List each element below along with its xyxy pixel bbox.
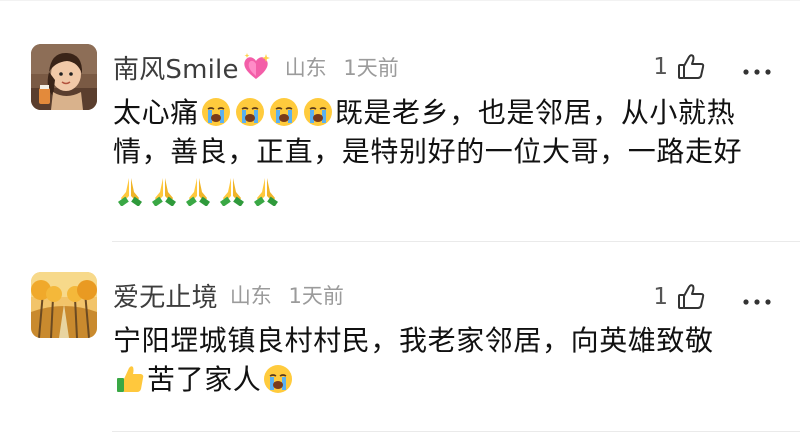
comment-header: 南风Smile 山东 1天前	[113, 45, 399, 89]
comment-header: 爱无止境 山东 1天前	[113, 273, 344, 317]
timestamp: 1天前	[343, 56, 399, 80]
thumbs-up-icon[interactable]	[676, 52, 706, 82]
praying-hands-icon	[250, 174, 282, 206]
comment-text-part: 既是老乡，也是邻居，从小就热	[334, 96, 736, 129]
comment-text-part: 苦了家人	[147, 363, 262, 396]
crying-face-icon	[200, 96, 232, 128]
comment-divider	[112, 431, 800, 432]
crying-face-icon	[234, 96, 266, 128]
location: 山东	[229, 284, 272, 308]
username[interactable]: 南风Smile	[113, 49, 239, 86]
comment-text-part: 宁阳堽城镇良村村民，我老家邻居，向英雄致敬	[113, 324, 714, 357]
crying-face-icon	[262, 363, 294, 395]
sparkling-heart-icon	[241, 52, 271, 82]
comment-meta: 山东 1天前	[285, 52, 399, 82]
more-options-icon[interactable]	[742, 62, 772, 75]
comment-actions: 1	[653, 45, 772, 89]
location: 山东	[284, 56, 327, 80]
comment-item: 南风Smile 山东 1天前 1 太心痛 既是老乡，也是邻居，从小就热 情，善良…	[0, 0, 800, 242]
like-count: 1	[653, 284, 668, 310]
like-count: 1	[653, 54, 668, 80]
comment-actions: 1	[653, 275, 772, 319]
crying-face-icon	[268, 96, 300, 128]
comment-divider	[112, 241, 800, 242]
timestamp: 1天前	[288, 284, 344, 308]
comment-text-part: 太心痛	[113, 96, 199, 129]
praying-hands-icon	[148, 174, 180, 206]
comment-meta: 山东 1天前	[230, 280, 344, 310]
comment-text: 太心痛 既是老乡，也是邻居，从小就热 情，善良，正直，是特别好的一位大哥，一路走好	[113, 93, 773, 210]
thumbs-up-icon[interactable]	[676, 282, 706, 312]
thumbs-up-icon	[114, 363, 146, 395]
comment-text-part: 情，善良，正直，是特别好的一位大哥，一路走好	[113, 135, 743, 168]
praying-hands-icon	[182, 174, 214, 206]
comment-text: 宁阳堽城镇良村村民，我老家邻居，向英雄致敬 苦了家人	[113, 321, 773, 399]
praying-hands-icon	[114, 174, 146, 206]
more-options-icon[interactable]	[742, 292, 772, 305]
avatar[interactable]	[31, 272, 97, 338]
avatar[interactable]	[31, 44, 97, 110]
praying-hands-icon	[216, 174, 248, 206]
crying-face-icon	[302, 96, 334, 128]
username[interactable]: 爱无止境	[113, 277, 218, 314]
